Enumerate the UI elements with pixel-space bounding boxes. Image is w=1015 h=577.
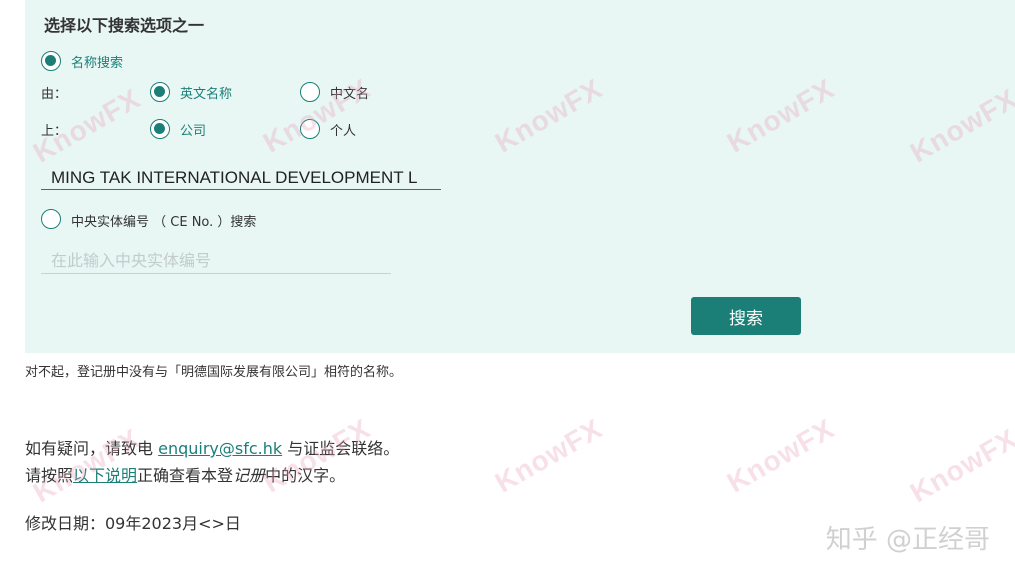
english-name-label: 英文名称 (180, 87, 233, 102)
search-button[interactable]: 搜索 (691, 297, 801, 335)
contact-text-before: 如有疑问，请致电 (25, 439, 159, 458)
instructions-link[interactable]: 以下说明 (73, 466, 137, 485)
email-link[interactable]: enquiry@sfc.hk (158, 439, 282, 458)
name-search-label: 名称搜索 (71, 56, 124, 71)
chinese-name-label: 中文名 (330, 87, 370, 102)
instruction-text-before: 请按照 (25, 466, 74, 485)
company-label: 公司 (180, 124, 207, 139)
watermark: KnowFX (489, 412, 608, 499)
on-label: 上： (41, 124, 68, 139)
name-search-radio[interactable] (41, 51, 61, 71)
instruction-text-middle: 正确查看本登 (137, 466, 234, 485)
english-name-radio[interactable] (150, 82, 170, 102)
company-radio[interactable] (150, 119, 170, 139)
instruction-line: 请按照以下说明正确查看本登记册中的汉字。 (25, 462, 345, 486)
instruction-text-italic: 记册 (233, 466, 266, 485)
name-search-input[interactable] (41, 166, 441, 190)
individual-label: 个人 (330, 124, 357, 139)
credit-watermark: 知乎 @正经哥 (825, 525, 990, 555)
panel-title: 选择以下搜索选项之一 (44, 16, 205, 35)
ce-search-radio[interactable] (41, 209, 61, 229)
watermark: KnowFX (721, 412, 840, 499)
result-message: 对不起，登记册中没有与「明德国际发展有限公司」相符的名称。 (25, 365, 403, 380)
watermark: KnowFX (904, 422, 1015, 509)
instruction-text-after: 中的汉字。 (265, 466, 346, 485)
ce-number-input[interactable] (41, 250, 391, 274)
individual-radio[interactable] (300, 119, 320, 139)
contact-line: 如有疑问，请致电 enquiry@sfc.hk 与证监会联络。 (25, 435, 399, 459)
contact-text-after: 与证监会联络。 (282, 439, 400, 458)
modified-date: 修改日期：09年2023月<>日 (25, 514, 241, 533)
chinese-name-radio[interactable] (300, 82, 320, 102)
ce-search-label: 中央实体编号 （ CE No. ）搜索 (71, 215, 257, 230)
by-label: 由： (41, 87, 68, 102)
